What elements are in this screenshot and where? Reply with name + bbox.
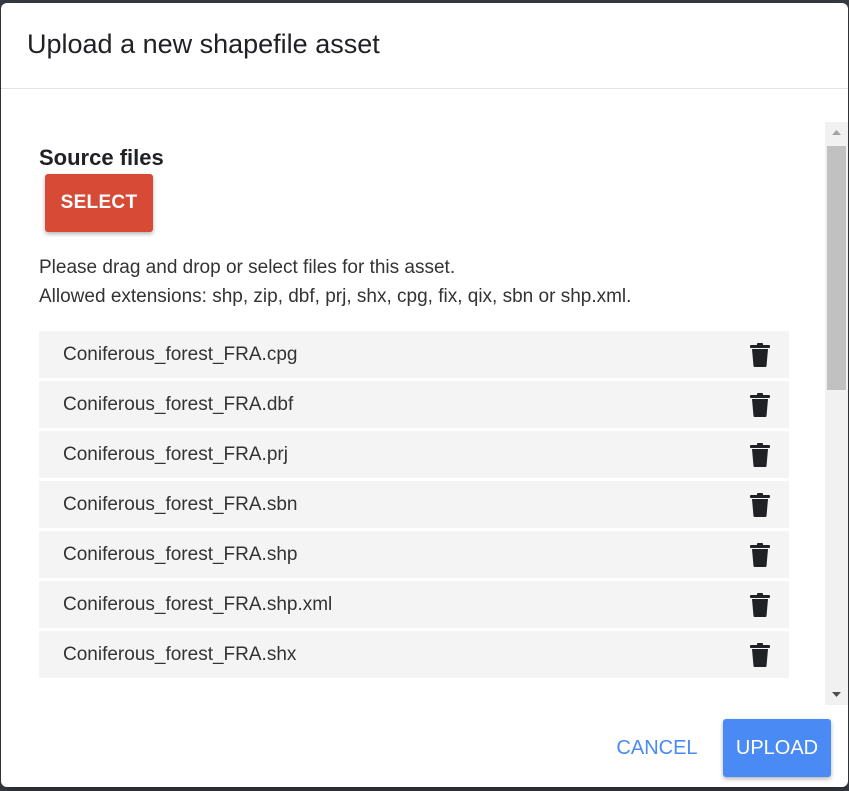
upload-button[interactable]: UPLOAD — [723, 719, 831, 777]
dialog-title: Upload a new shapefile asset — [27, 29, 380, 59]
trash-icon[interactable] — [749, 493, 771, 517]
file-list-item: Coniferous_forest_FRA.cpg — [39, 331, 789, 378]
file-name: Coniferous_forest_FRA.dbf — [63, 394, 294, 415]
dialog-header: Upload a new shapefile asset — [1, 3, 848, 89]
scrollbar-thumb[interactable] — [827, 146, 846, 390]
file-name: Coniferous_forest_FRA.shp.xml — [63, 594, 333, 615]
allowed-extensions-hint: Allowed extensions: shp, zip, dbf, prj, … — [39, 286, 632, 307]
scroll-down-arrow-icon[interactable] — [825, 685, 848, 705]
select-files-button[interactable]: SELECT — [45, 174, 153, 232]
trash-icon[interactable] — [749, 393, 771, 417]
file-list-item: Coniferous_forest_FRA.dbf — [39, 381, 789, 428]
source-files-title: Source files — [39, 145, 164, 170]
cancel-button[interactable]: CANCEL — [605, 728, 709, 768]
file-list-item: Coniferous_forest_FRA.sbn — [39, 481, 789, 528]
file-list-item: Coniferous_forest_FRA.shp — [39, 531, 789, 578]
file-list: Coniferous_forest_FRA.cpg Coniferous_for… — [39, 331, 789, 681]
file-list-item: Coniferous_forest_FRA.shx — [39, 631, 789, 678]
dialog-actions: CANCEL UPLOAD — [1, 706, 848, 787]
drag-drop-hint: Please drag and drop or select files for… — [39, 257, 456, 278]
dialog-content[interactable]: Source files SELECT Please drag and drop… — [1, 89, 823, 705]
upload-dialog: Upload a new shapefile asset Source file… — [1, 3, 848, 787]
file-name: Coniferous_forest_FRA.sbn — [63, 494, 298, 515]
trash-icon[interactable] — [749, 643, 771, 667]
file-name: Coniferous_forest_FRA.cpg — [63, 344, 298, 365]
file-name: Coniferous_forest_FRA.prj — [63, 444, 288, 465]
file-list-item: Coniferous_forest_FRA.shp.xml — [39, 581, 789, 628]
file-name: Coniferous_forest_FRA.shx — [63, 644, 297, 665]
trash-icon[interactable] — [749, 443, 771, 467]
scroll-up-arrow-icon[interactable] — [825, 122, 848, 142]
file-name: Coniferous_forest_FRA.shp — [63, 544, 298, 565]
content-scrollbar[interactable] — [825, 122, 848, 705]
trash-icon[interactable] — [749, 343, 771, 367]
trash-icon[interactable] — [749, 543, 771, 567]
trash-icon[interactable] — [749, 593, 771, 617]
file-list-item: Coniferous_forest_FRA.prj — [39, 431, 789, 478]
